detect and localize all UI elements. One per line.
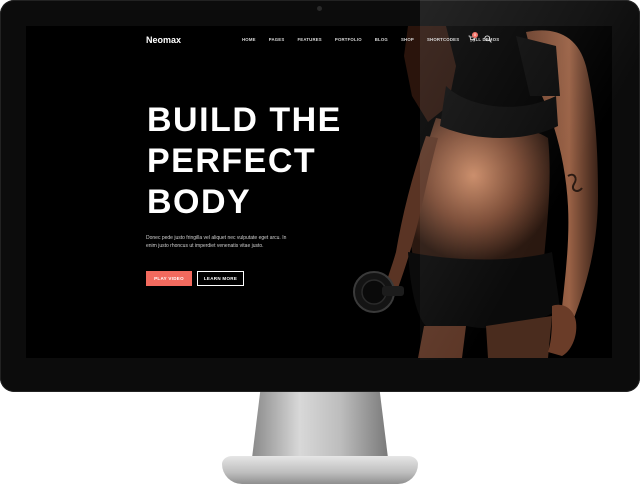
nav-item-features[interactable]: FEATURES — [297, 37, 321, 42]
nav-item-portfolio[interactable]: PORTFOLIO — [335, 37, 362, 42]
hero-title-line: BUILD THE — [147, 101, 342, 139]
hero-fitness-image — [353, 26, 598, 358]
hero-description: Donec pede justo fringilla vel aliquet n… — [146, 234, 306, 250]
website-screen: Neomax HOME PAGES FEATURES PORTFOLIO BLO… — [26, 26, 612, 358]
hero-description-line: Donec pede justo fringilla vel aliquet n… — [146, 235, 287, 241]
nav-item-shop[interactable]: SHOP — [401, 37, 414, 42]
nav-item-shortcodes[interactable]: SHORTCODES — [427, 37, 459, 42]
learn-more-button[interactable]: LEARN MORE — [197, 271, 244, 286]
hero-title-line: PERFECT — [147, 142, 317, 180]
monitor-stand-neck — [252, 392, 388, 458]
cart-count-badge: 0 — [472, 32, 478, 38]
monitor-bezel: Neomax HOME PAGES FEATURES PORTFOLIO BLO… — [0, 0, 640, 392]
camera-dot — [317, 6, 322, 11]
hero-title-line: BODY — [147, 183, 252, 221]
nav-item-blog[interactable]: BLOG — [375, 37, 388, 42]
search-icon[interactable] — [484, 35, 492, 43]
hero-title: BUILD THE PERFECT BODY — [147, 100, 342, 223]
nav-item-pages[interactable]: PAGES — [269, 37, 285, 42]
hero-description-line: enim justo rhoncus ut imperdiet venenati… — [146, 243, 264, 249]
nav-item-home[interactable]: HOME — [242, 37, 256, 42]
site-logo[interactable]: Neomax — [146, 35, 181, 45]
monitor-stand-base — [222, 456, 418, 484]
play-video-button[interactable]: PLAY VIDEO — [146, 271, 192, 286]
